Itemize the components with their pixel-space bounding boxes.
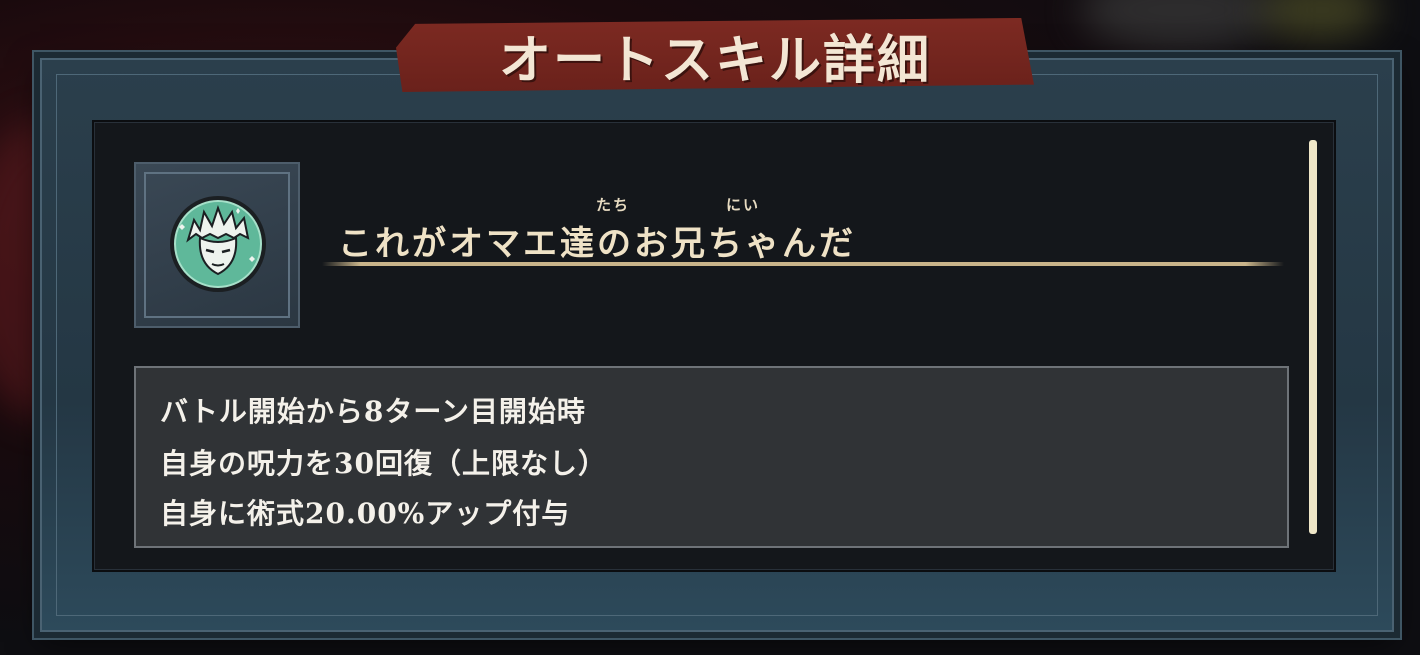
background-blur <box>1260 0 1380 40</box>
background-blur <box>1080 0 1280 50</box>
skill-description-box: バトル開始から8ターン目開始時 自身の呪力を30回復（上限なし） 自身に術式20… <box>134 366 1289 548</box>
skill-name-block: たち にい これがオマエ達のお兄ちゃんだ <box>338 190 1298 270</box>
scrollbar[interactable] <box>1309 140 1317 534</box>
description-line: 自身に術式20.00%アップ付与 <box>160 497 571 530</box>
ruby-reading: にい <box>726 196 761 214</box>
description-line: 自身の呪力を30回復（上限なし） <box>160 447 607 480</box>
skill-name: これがオマエ達のお兄ちゃんだ <box>338 224 856 264</box>
character-portrait-emblem-icon <box>170 196 266 292</box>
dialog-title: オートスキル詳細 <box>498 29 931 91</box>
divider <box>322 262 1284 266</box>
ruby-reading: たち <box>596 196 631 214</box>
description-line: バトル開始から8ターン目開始時 <box>160 395 586 428</box>
